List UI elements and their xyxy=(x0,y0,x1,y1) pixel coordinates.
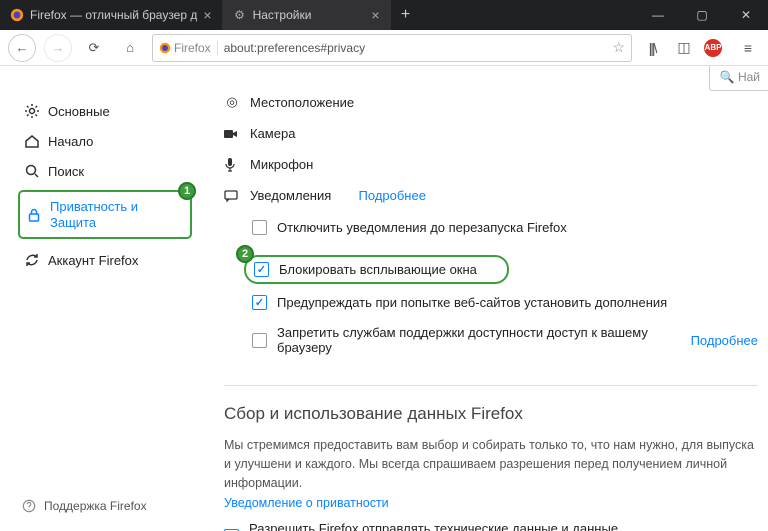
back-button[interactable]: ← xyxy=(8,34,36,62)
tab-firefox[interactable]: Firefox — отличный браузер д × xyxy=(0,0,223,30)
checkbox-label: Отключить уведомления до перезапуска Fir… xyxy=(277,220,567,235)
permission-location: ◎ Местоположение xyxy=(224,90,758,122)
learn-more-link[interactable]: Подробнее xyxy=(691,333,758,348)
checkbox-icon[interactable] xyxy=(252,220,267,235)
sidebar-icon[interactable]: ◫ xyxy=(672,39,696,56)
permission-notifications: Уведомления Подробнее xyxy=(224,184,758,215)
forward-button[interactable]: → xyxy=(44,34,72,62)
sidebar-item-account[interactable]: Аккаунт Firefox xyxy=(18,245,192,275)
titlebar: Firefox — отличный браузер д × ⚙ Настрой… xyxy=(0,0,768,30)
downloads-icon[interactable]: |||\ xyxy=(640,40,664,56)
minimize-button[interactable]: — xyxy=(636,0,680,30)
permission-label: Микрофон xyxy=(250,157,313,172)
sidebar-item-home[interactable]: Начало xyxy=(18,126,192,156)
checkbox-icon[interactable] xyxy=(252,295,267,310)
permission-label: Местоположение xyxy=(250,95,354,110)
home-button[interactable]: ⌂ xyxy=(116,34,144,62)
location-icon: ◎ xyxy=(224,94,240,110)
block-popups-highlight: 2 Блокировать всплывающие окна xyxy=(244,255,509,284)
sidebar-label: Приватность и Защита xyxy=(50,199,184,230)
sidebar-label: Начало xyxy=(48,134,93,149)
notification-icon xyxy=(224,190,240,202)
menu-button[interactable]: ≡ xyxy=(736,40,760,56)
close-button[interactable]: ✕ xyxy=(724,0,768,30)
home-icon xyxy=(24,133,40,149)
help-icon xyxy=(22,499,36,513)
microphone-icon xyxy=(224,158,240,172)
sidebar-label: Поиск xyxy=(48,164,84,179)
gear-favicon-icon: ⚙ xyxy=(233,8,247,22)
permission-label: Уведомления xyxy=(250,188,331,203)
telemetry-checkbox-row[interactable]: Разрешить Firefox отправлять технические… xyxy=(224,516,758,531)
find-in-preferences[interactable]: 🔍 Най xyxy=(709,66,768,91)
sidebar-label: Основные xyxy=(48,104,110,119)
sidebar-item-privacy[interactable]: Приватность и Защита 1 xyxy=(18,190,192,239)
permission-microphone: Микрофон xyxy=(224,153,758,184)
block-popups-label: Блокировать всплывающие окна xyxy=(279,262,477,277)
tab-settings[interactable]: ⚙ Настройки × xyxy=(223,0,391,30)
disable-notifications-checkbox-row[interactable]: Отключить уведомления до перезапуска Fir… xyxy=(224,215,758,245)
reload-button[interactable]: ⟳ xyxy=(80,34,108,62)
permission-label: Камера xyxy=(250,126,295,141)
toolbar: ← → ⟳ ⌂ Firefox about:preferences#privac… xyxy=(0,30,768,66)
annotation-marker-1: 1 xyxy=(178,182,196,200)
abp-icon[interactable]: ABP xyxy=(704,39,728,57)
camera-icon xyxy=(224,128,240,140)
warn-addons-checkbox-row[interactable]: Предупреждать при попытке веб-сайтов уст… xyxy=(224,290,758,320)
lock-icon xyxy=(26,207,42,223)
checkbox-icon[interactable] xyxy=(254,262,269,277)
maximize-button[interactable]: ▢ xyxy=(680,0,724,30)
annotation-marker-2: 2 xyxy=(236,245,254,263)
gear-icon xyxy=(24,103,40,119)
learn-more-link[interactable]: Подробнее xyxy=(359,188,426,203)
checkbox-icon[interactable] xyxy=(252,333,267,348)
bookmark-star-icon[interactable]: ☆ xyxy=(612,39,625,56)
support-label: Поддержка Firefox xyxy=(44,499,147,513)
prevent-a11y-checkbox-row[interactable]: Запретить службам поддержки доступности … xyxy=(224,320,758,365)
privacy-notice-link[interactable]: Уведомление о приватности xyxy=(224,496,758,510)
url-text: about:preferences#privacy xyxy=(224,41,365,55)
identity-box: Firefox xyxy=(159,41,218,55)
sync-icon xyxy=(24,252,40,268)
sidebar-label: Аккаунт Firefox xyxy=(48,253,138,268)
search-icon xyxy=(24,163,40,179)
new-tab-button[interactable]: + xyxy=(391,0,421,30)
tab-title: Firefox — отличный браузер д xyxy=(30,8,197,22)
checkbox-label: Предупреждать при попытке веб-сайтов уст… xyxy=(277,295,667,310)
firefox-favicon-icon xyxy=(10,8,24,22)
checkbox-label: Запретить службам поддержки доступности … xyxy=(277,325,663,355)
support-link[interactable]: Поддержка Firefox xyxy=(22,499,147,513)
tab-title: Настройки xyxy=(253,8,366,22)
preferences-main: 🔍 Най ◎ Местоположение Камера Микрофон У… xyxy=(200,66,768,531)
preferences-sidebar: Основные Начало Поиск Приватность и Защи… xyxy=(0,66,200,531)
url-bar[interactable]: Firefox about:preferences#privacy ☆ xyxy=(152,34,632,62)
close-icon[interactable]: × xyxy=(203,7,211,23)
data-collection-description: Мы стремимся предоставить вам выбор и со… xyxy=(224,436,758,492)
close-icon[interactable]: × xyxy=(371,7,379,23)
checkbox-label: Разрешить Firefox отправлять технические… xyxy=(249,521,663,531)
sidebar-item-general[interactable]: Основные xyxy=(18,96,192,126)
data-collection-heading: Сбор и использование данных Firefox xyxy=(224,385,758,424)
sidebar-item-search[interactable]: Поиск xyxy=(18,156,192,186)
permission-camera: Камера xyxy=(224,122,758,153)
